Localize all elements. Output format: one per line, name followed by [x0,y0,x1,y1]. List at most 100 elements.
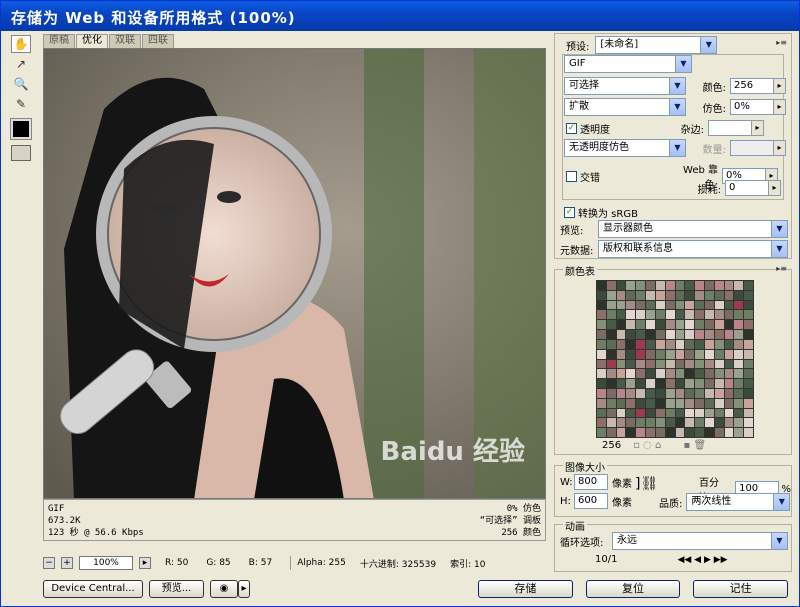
color-swatch[interactable] [597,349,606,359]
color-swatch[interactable] [675,388,685,398]
color-swatch[interactable] [704,418,714,428]
color-swatch[interactable] [675,330,685,339]
color-swatch[interactable] [714,339,724,349]
color-swatch[interactable] [704,388,714,398]
color-swatch[interactable] [655,320,665,330]
color-table-tools-icon[interactable]: ▫ ◌ ⌂ ▪ 🗑 [633,440,706,451]
color-swatch[interactable] [606,388,616,398]
color-swatch[interactable] [695,330,704,339]
color-swatch[interactable] [597,300,606,310]
color-swatch[interactable] [704,320,714,330]
color-swatch[interactable] [626,408,636,418]
color-swatch[interactable] [704,349,714,359]
colors-field[interactable]: 256 ▸ [730,78,786,94]
color-swatch[interactable] [744,281,753,290]
color-swatch[interactable] [636,418,646,428]
color-swatch[interactable] [655,408,665,418]
color-swatch[interactable] [665,330,675,339]
zoom-dropdown-icon[interactable]: ▸ [139,557,151,569]
color-swatch[interactable] [714,388,724,398]
color-swatch[interactable] [744,418,753,428]
tab-original[interactable]: 原稿 [43,34,75,48]
color-swatch[interactable] [597,369,606,379]
color-swatch[interactable] [655,310,665,320]
color-swatch[interactable] [636,281,646,290]
color-swatch[interactable] [655,300,665,310]
color-swatch[interactable] [734,310,744,320]
color-swatch[interactable] [665,418,675,428]
color-swatch[interactable] [606,349,616,359]
color-swatch[interactable] [734,418,744,428]
save-button[interactable]: 存储 [478,580,573,598]
color-swatch[interactable] [695,310,704,320]
color-swatch[interactable] [646,379,655,388]
color-swatch[interactable] [665,369,675,379]
color-swatch[interactable] [675,428,685,437]
lossy-field[interactable]: 0 ▸ [725,180,781,196]
color-swatch[interactable] [695,408,704,418]
color-swatch[interactable] [744,310,753,320]
color-swatch[interactable] [734,379,744,388]
color-swatch[interactable] [695,379,704,388]
color-swatch[interactable] [655,281,665,290]
color-swatch[interactable] [606,359,616,369]
color-swatch[interactable] [626,388,636,398]
color-swatch[interactable] [626,281,636,290]
color-swatch[interactable] [626,300,636,310]
color-swatch[interactable] [675,408,685,418]
color-swatch[interactable] [655,418,665,428]
color-swatch[interactable] [636,349,646,359]
remember-button[interactable]: 记住 [693,580,789,598]
color-swatch[interactable] [724,398,734,408]
eyedropper-tool-icon[interactable]: ✎ [11,95,31,113]
color-swatch[interactable] [616,369,626,379]
color-swatch[interactable] [704,339,714,349]
color-swatch[interactable] [665,281,675,290]
color-reduction-select[interactable]: 可选择 ▼ [564,77,686,95]
color-swatch[interactable] [744,408,753,418]
color-swatch[interactable] [597,339,606,349]
color-swatch[interactable] [695,418,704,428]
color-swatch[interactable] [744,320,753,330]
color-swatch[interactable] [675,320,685,330]
color-swatch[interactable] [626,369,636,379]
color-swatch[interactable] [616,310,626,320]
color-swatch[interactable] [695,339,704,349]
color-swatch[interactable] [626,428,636,437]
color-swatch[interactable] [685,349,695,359]
color-swatch[interactable] [646,408,655,418]
color-swatch[interactable] [597,388,606,398]
color-swatch[interactable] [734,388,744,398]
color-swatch[interactable] [734,339,744,349]
color-swatch[interactable] [704,290,714,300]
color-swatch[interactable] [704,359,714,369]
color-swatch[interactable] [616,300,626,310]
color-swatch[interactable] [606,300,616,310]
image-preview[interactable]: Baidu 经验 [43,48,546,499]
color-swatch[interactable] [714,310,724,320]
settings-menu-icon[interactable]: ▸≡ [776,38,787,47]
color-swatch[interactable] [655,290,665,300]
color-swatch[interactable] [685,359,695,369]
color-swatch[interactable] [685,379,695,388]
color-swatch[interactable] [646,388,655,398]
browser-preview-icon[interactable]: ◉ [210,580,238,598]
zoom-level-field[interactable]: 100% [79,556,133,570]
color-swatch[interactable] [734,330,744,339]
color-swatch[interactable] [744,369,753,379]
color-swatch[interactable] [724,349,734,359]
color-swatch[interactable] [636,428,646,437]
color-swatch[interactable] [685,320,695,330]
color-swatch[interactable] [734,359,744,369]
color-swatch[interactable] [636,339,646,349]
color-swatch[interactable] [714,300,724,310]
color-swatch[interactable] [597,359,606,369]
color-swatch[interactable] [665,310,675,320]
color-swatch[interactable] [646,320,655,330]
color-swatch[interactable] [636,398,646,408]
tab-2up[interactable]: 双联 [109,34,141,48]
dither-algorithm-select[interactable]: 扩散 ▼ [564,98,686,116]
color-swatch[interactable] [606,379,616,388]
color-swatch[interactable] [597,379,606,388]
tab-optimized[interactable]: 优化 [76,34,108,48]
